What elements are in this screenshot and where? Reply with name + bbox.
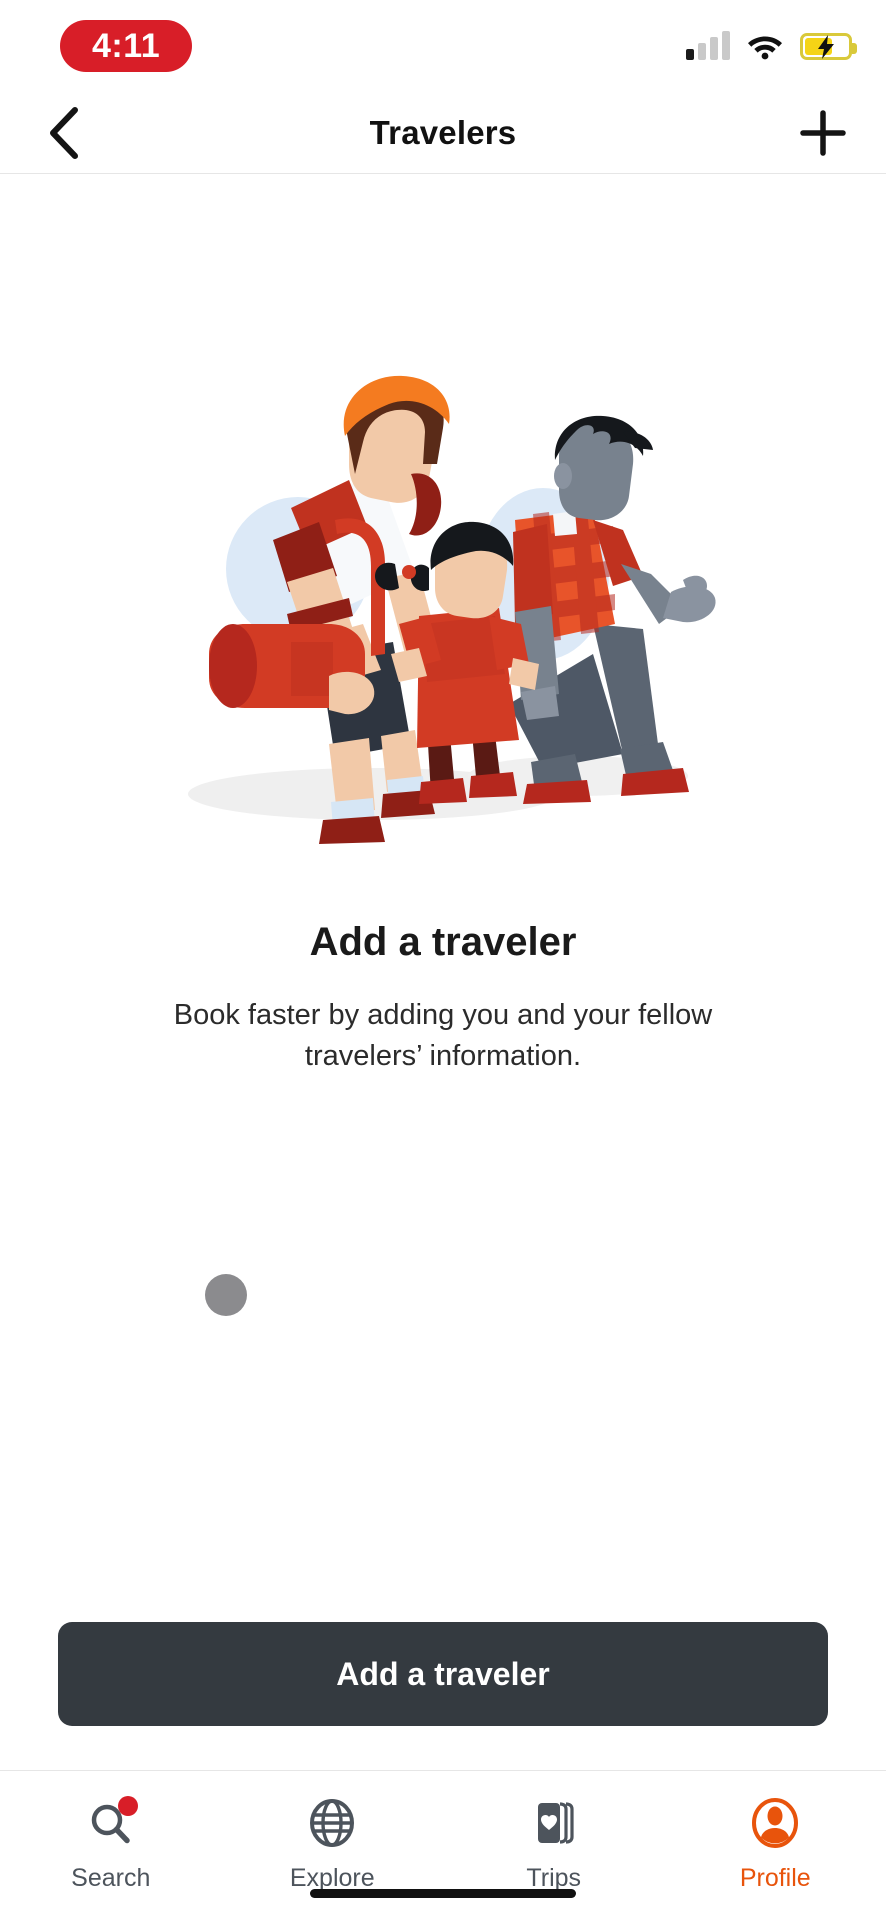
search-badge-dot <box>117 1796 138 1816</box>
tab-profile-label: Profile <box>739 1864 811 1892</box>
tab-trips[interactable]: Trips <box>443 1795 665 1893</box>
status-bar: 4:11 <box>0 0 886 92</box>
cellular-signal-icon <box>686 31 730 60</box>
status-icons <box>686 31 857 60</box>
nav-bar: Travelers <box>0 92 886 174</box>
back-button[interactable] <box>30 100 96 166</box>
cursor-dot <box>205 1274 247 1316</box>
profile-avatar-icon <box>746 1795 804 1851</box>
add-traveler-icon-button[interactable] <box>790 100 856 166</box>
back-chevron-icon <box>50 106 78 159</box>
page-title: Travelers <box>369 113 517 151</box>
cards-heart-icon <box>525 1795 583 1851</box>
tab-profile[interactable]: Profile <box>665 1795 886 1893</box>
tab-search[interactable]: Search <box>0 1795 222 1893</box>
plus-icon <box>800 109 846 156</box>
tab-search-label: Search <box>71 1864 151 1892</box>
headline: Add a traveler <box>309 920 577 964</box>
status-time: 4:11 <box>60 20 193 72</box>
globe-icon <box>303 1795 361 1851</box>
wifi-icon <box>748 36 782 60</box>
home-indicator <box>310 1889 576 1898</box>
battery-charging-icon <box>800 33 857 60</box>
search-icon <box>82 1795 140 1851</box>
charging-bolt-icon <box>818 34 834 59</box>
main-content: Add a traveler Book faster by adding you… <box>0 174 886 1770</box>
tab-explore[interactable]: Explore <box>222 1795 444 1893</box>
family-travelers-illustration <box>123 324 763 844</box>
cta-container: Add a traveler <box>0 1622 886 1726</box>
subtext: Book faster by adding you and your fello… <box>173 999 713 1073</box>
phone-screen: 4:11 Travelers Add a traveler Book faste… <box>0 0 886 1920</box>
add-traveler-button[interactable]: Add a traveler <box>58 1622 828 1726</box>
